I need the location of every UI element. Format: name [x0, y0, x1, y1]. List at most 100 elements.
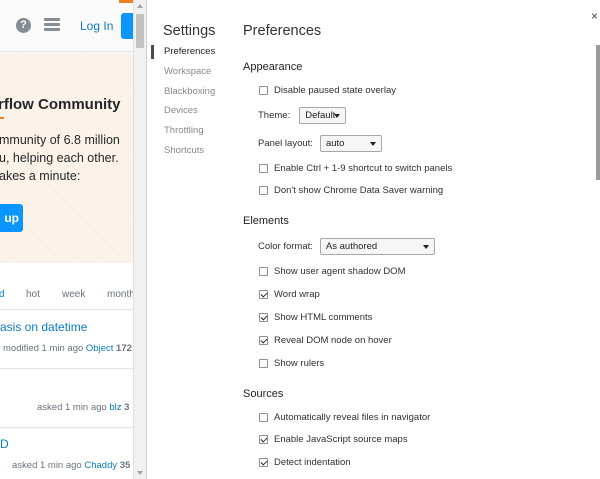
- tab-month[interactable]: month: [107, 289, 133, 300]
- setting-label: Show HTML comments: [274, 312, 373, 323]
- section-heading-appearance: Appearance: [243, 61, 303, 73]
- disable-paused-overlay-setting[interactable]: Disable paused state overlay: [259, 85, 396, 96]
- chevron-down-icon: [369, 142, 376, 146]
- settings-scrollbar-thumb[interactable]: [596, 45, 600, 180]
- page-scrollbar[interactable]: [133, 0, 146, 479]
- question-user-rep: 35: [119, 460, 131, 471]
- ctrl-shortcut-setting[interactable]: Enable Ctrl + 1-9 shortcut to switch pan…: [259, 163, 452, 174]
- question-user[interactable]: blz: [109, 402, 121, 413]
- question-meta: modified 1 min ago Object 172: [3, 343, 132, 354]
- checkbox[interactable]: [259, 458, 268, 467]
- settings-title: Settings: [163, 23, 216, 39]
- setting-label: Enable Ctrl + 1-9 shortcut to switch pan…: [274, 163, 453, 174]
- hero-signup-button[interactable]: up: [0, 204, 23, 232]
- tab-week[interactable]: week: [62, 289, 85, 300]
- question-meta: asked 1 min ago Chaddy 35: [12, 460, 130, 471]
- checkbox[interactable]: [259, 186, 268, 195]
- scroll-up-arrow-icon[interactable]: [137, 4, 143, 8]
- js-source-maps-setting[interactable]: Enable JavaScript source maps: [259, 434, 408, 445]
- hero-text-line: u, helping each other.: [0, 151, 119, 165]
- nav-item-workspace[interactable]: Workspace: [151, 62, 231, 82]
- word-wrap-setting[interactable]: Word wrap: [259, 289, 320, 300]
- data-saver-warning-setting[interactable]: Don't show Chrome Data Saver warning: [259, 185, 443, 196]
- scrollbar-thumb[interactable]: [136, 14, 144, 48]
- brand-accent: [119, 0, 133, 3]
- theme-select[interactable]: Default: [299, 107, 347, 124]
- setting-label: Enable JavaScript source maps: [274, 434, 408, 445]
- question-activity: modified 1 min ago: [3, 343, 84, 354]
- question-title[interactable]: asis on datetime: [0, 320, 87, 334]
- panel-layout-select[interactable]: auto: [319, 135, 382, 152]
- setting-label: Show user agent shadow DOM: [274, 266, 406, 277]
- hero-text-line: mmunity of 6.8 million: [0, 133, 120, 147]
- question-title[interactable]: D: [0, 437, 9, 451]
- close-icon[interactable]: ×: [591, 10, 598, 22]
- nav-item-blackboxing[interactable]: Blackboxing: [151, 82, 231, 102]
- setting-label: Show rulers: [274, 358, 325, 369]
- section-heading-sources: Sources: [243, 388, 284, 400]
- question-summary: asked 1 min ago blz 3: [0, 370, 133, 428]
- help-icon[interactable]: ?: [16, 18, 31, 33]
- question-meta: asked 1 min ago blz 3: [37, 402, 129, 413]
- color-format-select[interactable]: As authored: [319, 238, 435, 255]
- user-agent-shadow-dom-setting[interactable]: Show user agent shadow DOM: [259, 266, 405, 277]
- reveal-dom-node-setting[interactable]: Reveal DOM node on hover: [259, 335, 392, 346]
- theme-label: Theme:: [258, 110, 291, 121]
- site-topbar: ? Log In: [0, 0, 133, 52]
- question-filter-tabs: d hot week month: [0, 263, 133, 310]
- section-heading-elements: Elements: [243, 215, 289, 227]
- tab-hot[interactable]: hot: [26, 289, 40, 300]
- nav-item-shortcuts[interactable]: Shortcuts: [151, 141, 231, 161]
- hero-title: rflow Community: [0, 96, 121, 113]
- checkbox[interactable]: [259, 313, 268, 322]
- checkbox[interactable]: [259, 86, 268, 95]
- setting-label: Disable paused state overlay: [274, 85, 396, 96]
- website-viewport: ? Log In rflow Community mmunity of 6.8 …: [0, 0, 133, 479]
- scroll-down-arrow-icon[interactable]: [137, 471, 143, 475]
- checkbox[interactable]: [259, 267, 268, 276]
- hero-text-line: akes a minute:: [0, 169, 81, 183]
- auto-reveal-files-setting[interactable]: Automatically reveal files in navigator: [259, 412, 430, 423]
- hero-underline: [0, 117, 4, 119]
- question-user-rep: 172: [116, 343, 132, 354]
- setting-label: Reveal DOM node on hover: [274, 335, 392, 346]
- question-summary: asis on datetime modified 1 min ago Obje…: [0, 311, 133, 369]
- checkbox[interactable]: [259, 336, 268, 345]
- question-summary: D asked 1 min ago Chaddy 35: [0, 429, 133, 479]
- html-comments-setting[interactable]: Show HTML comments: [259, 312, 372, 323]
- checkbox[interactable]: [259, 164, 268, 173]
- tab-interesting[interactable]: d: [0, 289, 5, 300]
- checkbox[interactable]: [259, 290, 268, 299]
- question-activity: asked 1 min ago: [12, 460, 82, 471]
- nav-item-devices[interactable]: Devices: [151, 101, 231, 121]
- show-rulers-setting[interactable]: Show rulers: [259, 358, 324, 369]
- question-user-rep: 3: [124, 402, 130, 413]
- detect-indentation-setting[interactable]: Detect indentation: [259, 457, 351, 468]
- devtools-settings-panel: × Settings Preferences Workspace Blackbo…: [146, 0, 600, 479]
- settings-nav: Preferences Workspace Blackboxing Device…: [151, 42, 231, 161]
- preferences-title: Preferences: [243, 23, 322, 39]
- theme-select-value: Default: [305, 110, 336, 121]
- setting-label: Automatically reveal files in navigator: [274, 412, 431, 423]
- color-format-setting: Color format: As authored: [258, 238, 435, 255]
- panel-layout-setting: Panel layout: auto: [258, 135, 382, 152]
- setting-label: Don't show Chrome Data Saver warning: [274, 185, 444, 196]
- inbox-icon[interactable]: [44, 18, 60, 33]
- chevron-down-icon: [334, 114, 341, 118]
- checkbox[interactable]: [259, 359, 268, 368]
- setting-label: Detect indentation: [274, 457, 351, 468]
- checkbox[interactable]: [259, 435, 268, 444]
- question-activity: asked 1 min ago: [37, 402, 107, 413]
- nav-item-preferences[interactable]: Preferences: [151, 42, 231, 62]
- nav-item-throttling[interactable]: Throttling: [151, 121, 231, 141]
- question-user[interactable]: Chaddy: [84, 460, 117, 471]
- chevron-down-icon: [422, 245, 429, 249]
- question-user[interactable]: Object: [86, 343, 113, 354]
- color-format-label: Color format:: [258, 241, 313, 252]
- login-link[interactable]: Log In: [80, 19, 113, 33]
- checkbox[interactable]: [259, 413, 268, 422]
- community-hero: rflow Community mmunity of 6.8 million u…: [0, 53, 133, 263]
- color-format-select-value: As authored: [325, 241, 378, 252]
- panel-layout-label: Panel layout:: [258, 138, 313, 149]
- signup-button[interactable]: [121, 13, 133, 39]
